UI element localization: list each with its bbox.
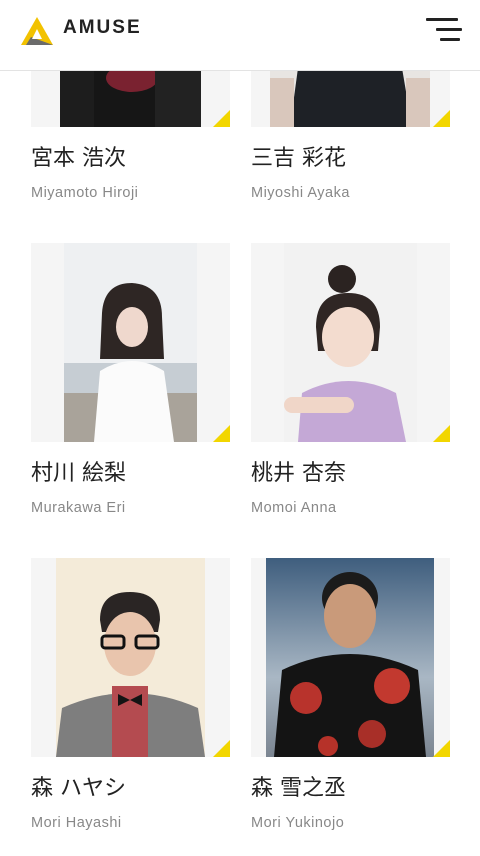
talent-name-ja: 森 雪之丞	[251, 776, 346, 801]
talent-name-en: Murakawa Eri	[31, 500, 126, 516]
talent-photo	[251, 558, 450, 757]
talent-photo	[251, 243, 450, 442]
talent-name-ja: 三吉 彩花	[251, 146, 346, 171]
portrait-image	[56, 558, 205, 757]
accent-corner	[213, 740, 230, 757]
portrait-image	[64, 243, 197, 442]
menu-line-icon	[436, 28, 462, 31]
talent-name-en: Miyoshi Ayaka	[251, 185, 350, 201]
talent-name-ja: 桃井 杏奈	[251, 461, 346, 486]
talent-name-ja: 宮本 浩次	[31, 146, 126, 171]
talent-card[interactable]: 村川 絵梨 Murakawa Eri	[31, 243, 230, 516]
talent-card[interactable]: 森 ハヤシ Mori Hayashi	[31, 558, 230, 831]
talent-photo	[31, 558, 230, 757]
amuse-logo-icon[interactable]	[20, 15, 54, 47]
accent-corner	[213, 110, 230, 127]
accent-corner	[433, 740, 450, 757]
talent-card[interactable]: 桃井 杏奈 Momoi Anna	[251, 243, 450, 516]
portrait-image	[266, 558, 434, 757]
hamburger-menu-button[interactable]	[426, 18, 462, 42]
accent-corner	[433, 425, 450, 442]
talent-name-ja: 森 ハヤシ	[31, 776, 126, 801]
talent-name-ja: 村川 絵梨	[31, 461, 126, 486]
brand-name[interactable]: AMUSE	[63, 17, 142, 39]
accent-corner	[213, 425, 230, 442]
site-header: AMUSE	[0, 0, 480, 71]
portrait-image	[284, 243, 417, 442]
talent-photo	[31, 243, 230, 442]
talent-name-en: Mori Hayashi	[31, 815, 122, 831]
talent-name-en: Mori Yukinojo	[251, 815, 345, 831]
talent-card[interactable]: 森 雪之丞 Mori Yukinojo	[251, 558, 450, 831]
menu-line-icon	[440, 38, 460, 41]
menu-line-icon	[426, 18, 458, 21]
talent-name-en: Miyamoto Hiroji	[31, 185, 139, 201]
accent-corner	[433, 110, 450, 127]
talent-name-en: Momoi Anna	[251, 500, 337, 516]
